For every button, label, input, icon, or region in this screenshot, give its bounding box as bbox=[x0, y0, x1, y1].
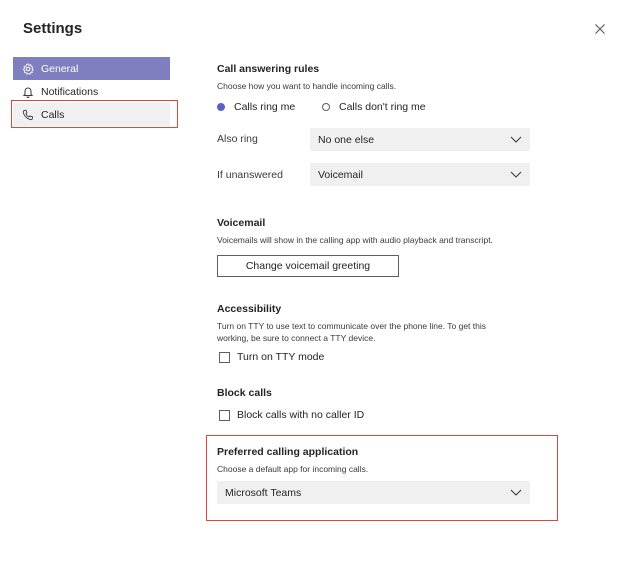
accessibility-title: Accessibility bbox=[217, 303, 282, 315]
block-calls-title: Block calls bbox=[217, 387, 272, 399]
chevron-down-icon bbox=[510, 489, 522, 496]
call-answering-title: Call answering rules bbox=[217, 63, 320, 75]
preferred-app-dropdown[interactable]: Microsoft Teams bbox=[217, 481, 530, 504]
block-no-caller-id-checkbox[interactable]: Block calls with no caller ID bbox=[219, 409, 364, 421]
sidebar-item-notifications[interactable]: Notifications bbox=[13, 80, 170, 103]
phone-icon bbox=[22, 109, 34, 121]
accessibility-description-line2: working, be sure to connect a TTY device… bbox=[217, 333, 376, 343]
call-answering-description: Choose how you want to handle incoming c… bbox=[217, 81, 397, 91]
if-unanswered-dropdown[interactable]: Voicemail bbox=[310, 163, 530, 186]
checkbox-box bbox=[219, 351, 230, 363]
also-ring-dropdown[interactable]: No one else bbox=[310, 128, 530, 151]
accessibility-description-line1: Turn on TTY to use text to communicate o… bbox=[217, 321, 487, 331]
preferred-app-value: Microsoft Teams bbox=[225, 486, 302, 499]
also-ring-label: Also ring bbox=[217, 133, 258, 145]
radio-selected-indicator bbox=[217, 103, 225, 111]
radio-unselected-indicator bbox=[322, 103, 330, 111]
checkbox-label: Block calls with no caller ID bbox=[237, 409, 365, 421]
also-ring-value: No one else bbox=[318, 133, 375, 146]
settings-sidebar: General Notifications Calls bbox=[13, 57, 170, 126]
if-unanswered-label: If unanswered bbox=[217, 169, 283, 181]
voicemail-title: Voicemail bbox=[217, 217, 266, 229]
radio-label: Calls don't ring me bbox=[339, 101, 426, 113]
chevron-down-icon bbox=[510, 136, 522, 143]
chevron-down-icon bbox=[510, 171, 522, 178]
close-icon bbox=[595, 24, 605, 34]
radio-calls-dont-ring-me[interactable]: Calls don't ring me bbox=[322, 101, 426, 113]
sidebar-item-calls[interactable]: Calls bbox=[13, 103, 170, 126]
checkbox-label: Turn on TTY mode bbox=[237, 351, 325, 363]
dialog-title: Settings bbox=[23, 20, 83, 37]
preferred-app-description: Choose a default app for incoming calls. bbox=[217, 464, 369, 474]
sidebar-item-label: Notifications bbox=[41, 85, 99, 98]
preferred-app-title: Preferred calling application bbox=[217, 446, 359, 458]
if-unanswered-value: Voicemail bbox=[318, 168, 363, 181]
sidebar-item-label: Calls bbox=[41, 108, 65, 121]
close-button[interactable] bbox=[592, 21, 608, 37]
change-voicemail-greeting-button[interactable]: Change voicemail greeting bbox=[217, 255, 399, 277]
sidebar-item-label: General bbox=[41, 62, 79, 75]
bell-icon bbox=[22, 86, 34, 98]
radio-calls-ring-me[interactable]: Calls ring me bbox=[217, 101, 295, 113]
radio-label: Calls ring me bbox=[234, 101, 296, 113]
tty-mode-checkbox[interactable]: Turn on TTY mode bbox=[219, 351, 324, 363]
gear-icon bbox=[22, 62, 34, 75]
voicemail-description: Voicemails will show in the calling app … bbox=[217, 235, 493, 245]
sidebar-item-general[interactable]: General bbox=[13, 57, 170, 80]
checkbox-box bbox=[219, 409, 230, 421]
